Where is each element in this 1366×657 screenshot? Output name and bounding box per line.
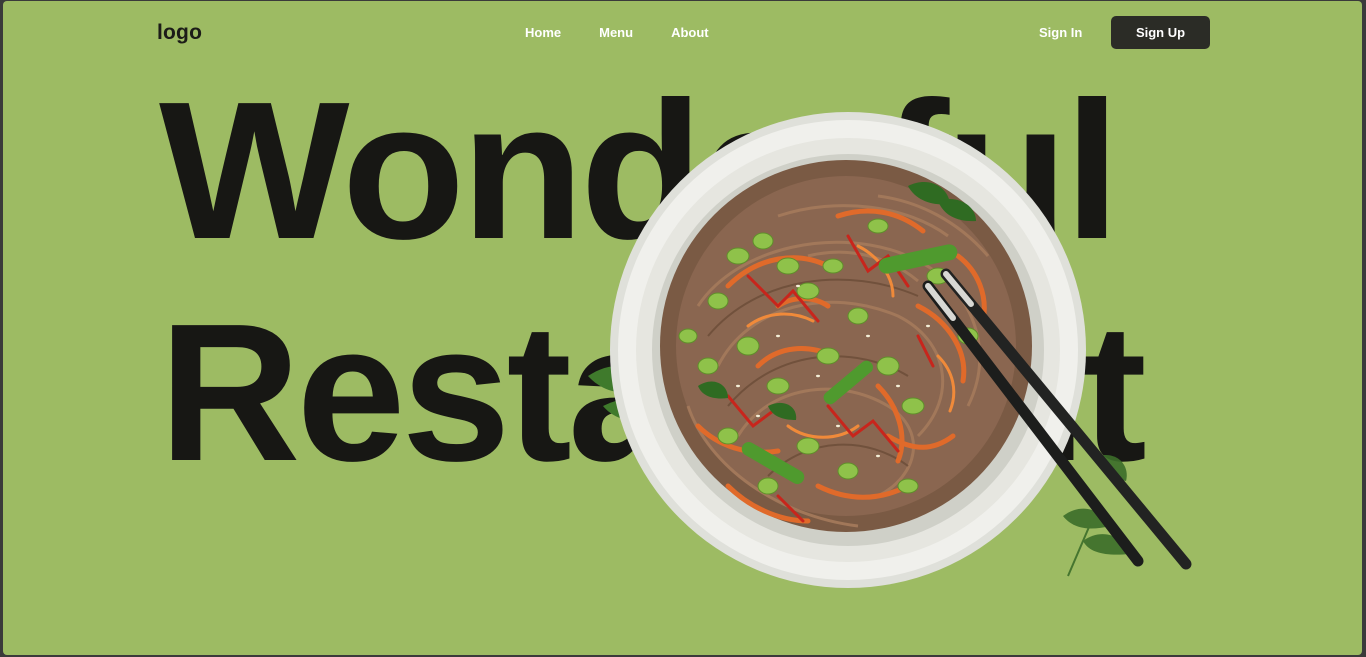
page-frame: logo Home Menu About Sign In Sign Up Won… bbox=[3, 1, 1362, 655]
food-bowl-image bbox=[588, 112, 1192, 588]
nav-about[interactable]: About bbox=[671, 25, 709, 40]
nav-menu[interactable]: Menu bbox=[599, 25, 633, 40]
sign-in-link[interactable]: Sign In bbox=[1039, 25, 1082, 40]
nav-home[interactable]: Home bbox=[525, 25, 561, 40]
main-nav: Home Menu About bbox=[525, 25, 747, 40]
logo[interactable]: logo bbox=[157, 21, 202, 45]
sign-up-button[interactable]: Sign Up bbox=[1111, 16, 1210, 49]
